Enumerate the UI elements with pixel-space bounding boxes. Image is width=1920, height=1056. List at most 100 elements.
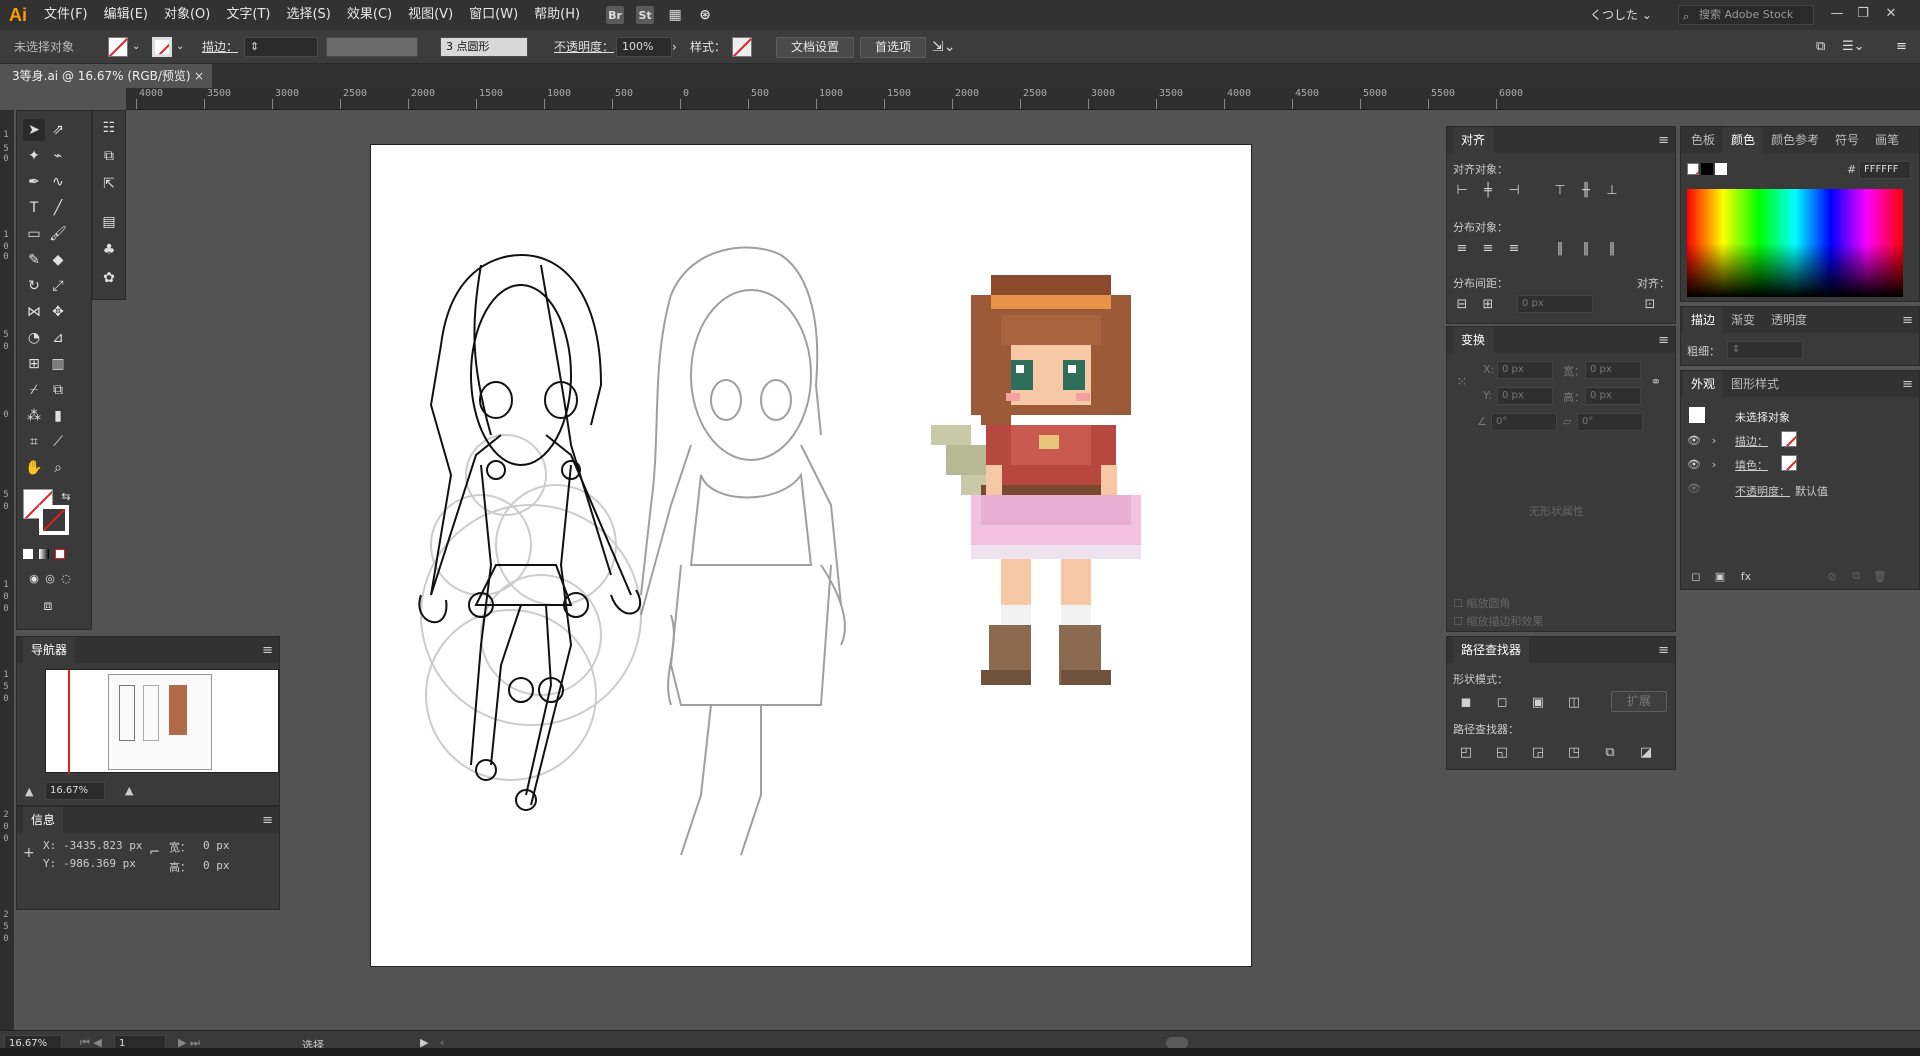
bridge-icon[interactable]: Br [606,6,625,24]
mesh-tool-icon[interactable]: ⊞ [23,353,45,375]
layers-icon[interactable]: ☷ [98,117,120,139]
align-center-h-icon[interactable]: ╪ [1479,181,1497,199]
tab-appearance[interactable]: 外观 [1683,371,1724,397]
distribute-left-icon[interactable]: ‖ [1551,239,1569,257]
stroke-label[interactable]: 描边： [202,37,238,57]
panel-menu-icon[interactable]: ≡ [1896,37,1907,57]
navigator-preview[interactable] [45,669,279,774]
align-right-icon[interactable]: ⊣ [1505,181,1523,199]
gradient-tool-icon[interactable]: ▥ [47,353,69,375]
menu-file[interactable]: 文件(F) [36,0,96,30]
distribute-bottom-icon[interactable]: ≡ [1505,239,1523,257]
arrange-icon[interactable]: ⧉ [1816,37,1825,57]
slice-tool-icon[interactable]: ⟋ [47,431,69,453]
tab-graphic-styles[interactable]: 图形样式 [1723,371,1787,397]
horizontal-ruler[interactable]: 4000 3500 3000 2500 2000 1500 1000 500 0 500 1000 1… [126,88,1920,110]
stroke-weight-field[interactable]: ⇕ [244,37,318,57]
brush-definition-dropdown[interactable]: 3 点圆形 [440,37,528,57]
perspective-grid-tool-icon[interactable]: ⊿ [47,327,69,349]
eraser-tool-icon[interactable]: ◆ [47,249,69,271]
swap-colors-icon[interactable]: ⇆ [55,485,77,507]
libraries-icon[interactable]: ▤ [98,211,120,233]
gpu-performance-icon[interactable]: ⊛ [696,6,714,24]
eyedropper-tool-icon[interactable]: ⌿ [23,379,45,401]
panel-menu-icon[interactable]: ≡ [262,643,273,658]
lasso-tool-icon[interactable]: ⌁ [47,145,69,167]
add-effect-icon[interactable]: fx [1737,567,1755,585]
transform-w-field[interactable]: 0 px [1585,361,1641,379]
zoom-tool-icon[interactable]: ⌕ [47,457,69,479]
appearance-fill-swatch[interactable] [1781,455,1797,471]
align-tab[interactable]: 对齐 [1453,127,1494,153]
rectangle-tool-icon[interactable]: ▭ [23,223,45,245]
add-new-fill-icon[interactable]: ▣ [1711,567,1729,585]
shear-angle-field[interactable]: 0° [1577,413,1643,431]
workspace-switcher[interactable]: くつした ⌄ [1590,6,1652,23]
tab-symbols[interactable]: 符号 [1827,127,1867,153]
reference-point-icon[interactable]: ⁙ [1453,373,1471,391]
artboards-icon[interactable]: ⧉ [98,145,120,167]
stock-icon[interactable]: St [636,6,655,24]
transform-x-field[interactable]: 0 px [1497,361,1553,379]
gradient-mode-icon[interactable] [39,549,49,559]
visibility-eye-icon[interactable]: 👁 [1685,455,1703,473]
direct-selection-tool-icon[interactable]: ⇗ [47,119,69,141]
distribute-center-v-icon[interactable]: ≡ [1479,239,1497,257]
pathfinder-tab[interactable]: 路径查找器 [1453,637,1530,663]
shaper-tool-icon[interactable]: ✎ [23,249,45,271]
align-bottom-icon[interactable]: ⊥ [1603,181,1621,199]
chevron-right-icon[interactable]: › [1705,455,1723,473]
visibility-eye-icon[interactable]: 👁 [1685,479,1703,497]
distribute-top-icon[interactable]: ≡ [1453,239,1471,257]
zoom-out-icon[interactable]: ▲ [25,785,33,798]
artboard-tool-icon[interactable]: ⌗ [23,431,45,453]
align-options-icon[interactable]: ☰⌄ [1842,37,1865,57]
hex-field[interactable]: FFFFFF [1859,161,1911,179]
hand-tool-icon[interactable]: ✋ [23,457,45,479]
none-mode-icon[interactable] [55,549,65,559]
vertical-ruler[interactable]: 150 100 50 0 50 100 150 200 250 [0,110,14,1030]
close-icon[interactable]: ✕ [1880,4,1902,24]
menu-object[interactable]: 对象(O) [156,0,218,30]
expand-button[interactable]: 扩展 [1611,691,1667,712]
transform-tab[interactable]: 变换 [1453,327,1494,353]
menu-help[interactable]: 帮助(H) [526,0,588,30]
document-setup-button[interactable]: 文档设置 [776,37,854,58]
align-center-v-icon[interactable]: ╫ [1577,181,1595,199]
divide-icon[interactable]: ◰ [1457,743,1475,761]
panel-menu-icon[interactable]: ≡ [1658,133,1669,148]
spacing-field[interactable]: 0 px [1517,295,1593,313]
chevron-down-icon[interactable]: ⌄ [132,37,140,57]
transform-y-field[interactable]: 0 px [1497,387,1553,405]
black-color-swatch[interactable] [1701,163,1713,175]
selection-tool-icon[interactable]: ➤ [23,119,45,141]
align-top-icon[interactable]: ⊤ [1551,181,1569,199]
duplicate-item-icon[interactable]: ⧉ [1847,567,1865,585]
menu-edit[interactable]: 编辑(E) [96,0,156,30]
fill-swatch[interactable] [108,37,128,57]
panel-menu-icon[interactable]: ≡ [1658,333,1669,348]
scale-strokes-checkbox[interactable]: ☐ 缩放描边和效果 [1453,613,1543,629]
chevron-right-icon[interactable]: › [1705,431,1723,449]
intersect-icon[interactable]: ▣ [1529,693,1547,711]
brushes-icon[interactable]: ✿ [98,267,120,289]
panel-menu-icon[interactable]: ≡ [1902,313,1913,328]
document-tab[interactable]: 3等身.ai @ 16.67% (RGB/预览) × [0,64,212,88]
artboard[interactable] [370,144,1252,967]
tab-color-guide[interactable]: 颜色参考 [1763,127,1827,153]
screen-mode-icon[interactable]: ⧈ [37,595,59,617]
scale-corners-checkbox[interactable]: ☐ 缩放圆角 [1453,595,1510,611]
distribute-spacing-v-icon[interactable]: ⊟ [1453,295,1471,313]
merge-icon[interactable]: ◲ [1529,743,1547,761]
puppet-warp-tool-icon[interactable]: ✥ [47,301,69,323]
trim-icon[interactable]: ◱ [1493,743,1511,761]
opacity-label[interactable]: 不透明度： [554,37,614,57]
column-graph-tool-icon[interactable]: ▮ [47,405,69,427]
magic-wand-tool-icon[interactable]: ✦ [23,145,45,167]
stock-search-input[interactable]: ⌕ 搜索 Adobe Stock [1678,5,1814,25]
rotate-tool-icon[interactable]: ↻ [23,275,45,297]
exclude-icon[interactable]: ◫ [1565,693,1583,711]
panel-menu-icon[interactable]: ≡ [1902,377,1913,392]
chevron-right-icon[interactable]: › [672,37,677,57]
unite-icon[interactable]: ◼ [1457,693,1475,711]
